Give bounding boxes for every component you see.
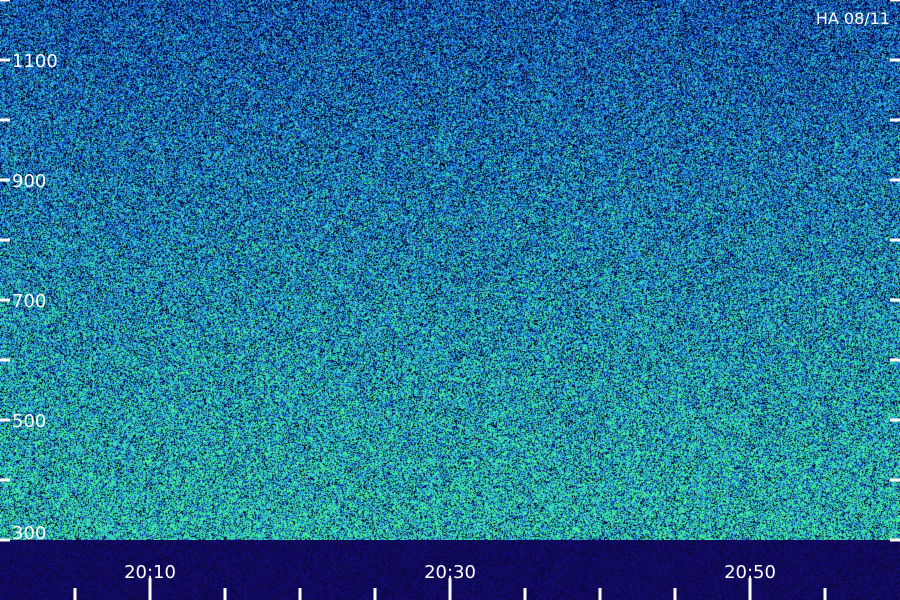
spectrogram-plot-area <box>0 0 900 540</box>
spectrogram-view: 1100 900 700 500 300 20:10 20:30 20:50 HA 08/1… <box>0 0 900 600</box>
time-axis-band <box>0 540 900 600</box>
